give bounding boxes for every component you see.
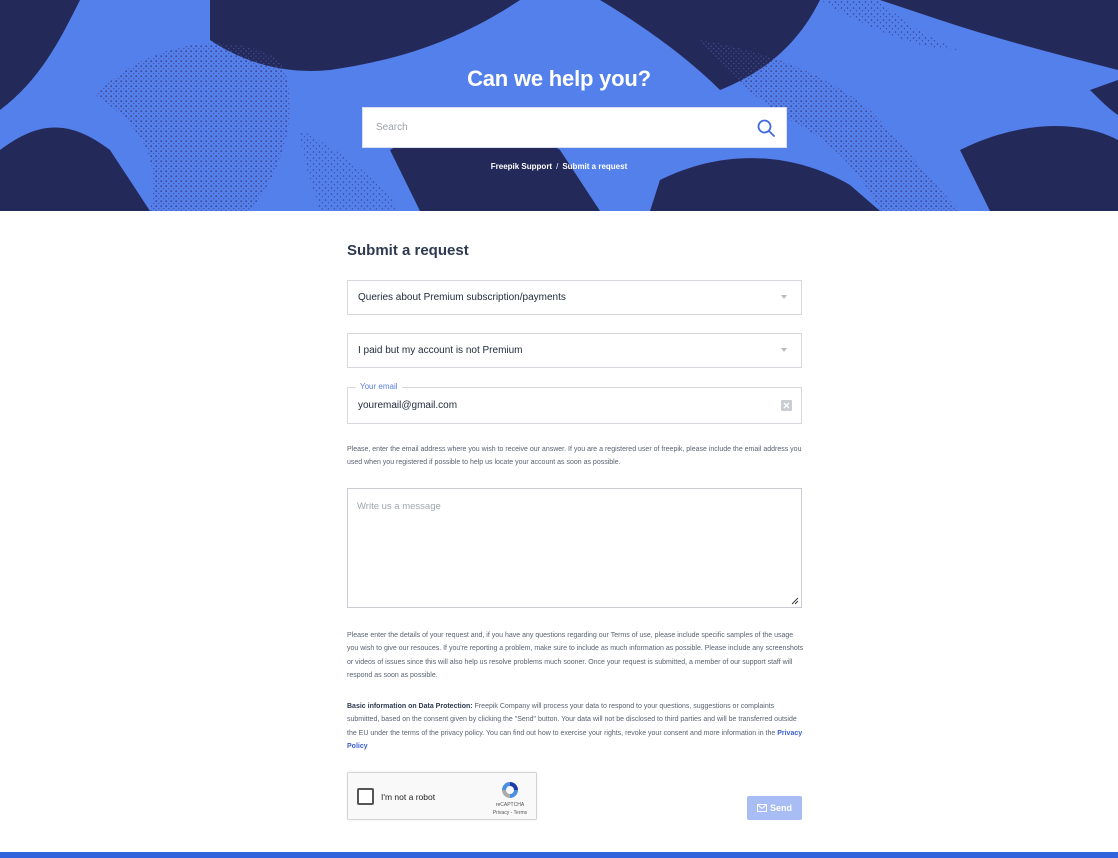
email-field-label: Your email xyxy=(356,382,402,391)
subtopic-select-value: I paid but my account is not Premium xyxy=(358,345,523,356)
message-field-wrapper xyxy=(347,488,802,608)
subtopic-select[interactable]: I paid but my account is not Premium xyxy=(347,333,802,368)
form-title: Submit a request xyxy=(347,242,469,259)
message-field[interactable] xyxy=(348,489,801,607)
email-field[interactable] xyxy=(348,388,768,423)
page-heading: Can we help you? xyxy=(467,66,651,91)
recaptcha-brand: reCAPTCHA xyxy=(495,802,525,808)
recaptcha-widget: I'm not a robot reCAPTCHA Privacy - Term… xyxy=(347,772,537,820)
message-help-text: Please enter the details of your request… xyxy=(347,632,804,679)
resize-handle-icon[interactable] xyxy=(791,597,799,605)
topic-select[interactable]: Queries about Premium subscription/payme… xyxy=(347,280,802,315)
breadcrumb-separator: / xyxy=(556,162,559,171)
search-input[interactable] xyxy=(363,108,743,147)
send-button[interactable]: Send xyxy=(747,796,802,820)
recaptcha-links[interactable]: Privacy - Terms xyxy=(486,810,534,816)
breadcrumb-item-submit-request[interactable]: Submit a request xyxy=(562,162,627,171)
search-box xyxy=(362,107,787,148)
footer-bar xyxy=(0,852,1118,858)
hero-background-art xyxy=(0,0,1118,211)
chevron-down-icon xyxy=(781,348,787,352)
recaptcha-label: I'm not a robot xyxy=(381,792,436,802)
email-help-text: Please, enter the email address where yo… xyxy=(347,446,802,467)
search-icon[interactable] xyxy=(756,118,776,138)
clear-icon[interactable] xyxy=(781,400,792,411)
hero-banner: Can we help you? Freepik Support /Submit … xyxy=(0,0,1118,211)
recaptcha-logo-icon xyxy=(502,782,518,798)
chevron-down-icon xyxy=(781,295,787,299)
recaptcha-checkbox[interactable] xyxy=(357,788,374,805)
breadcrumb-item-freepik-support[interactable]: Freepik Support xyxy=(491,162,552,171)
topic-select-value: Queries about Premium subscription/payme… xyxy=(358,292,566,303)
envelope-icon xyxy=(757,804,767,812)
data-protection-heading: Basic information on Data Protection: xyxy=(347,703,473,710)
data-protection-notice: Basic information on Data Protection: Fr… xyxy=(347,700,805,753)
email-field-wrapper xyxy=(347,387,802,424)
breadcrumb: Freepik Support / Submit a request xyxy=(0,162,1118,171)
send-button-label: Send xyxy=(770,803,793,813)
